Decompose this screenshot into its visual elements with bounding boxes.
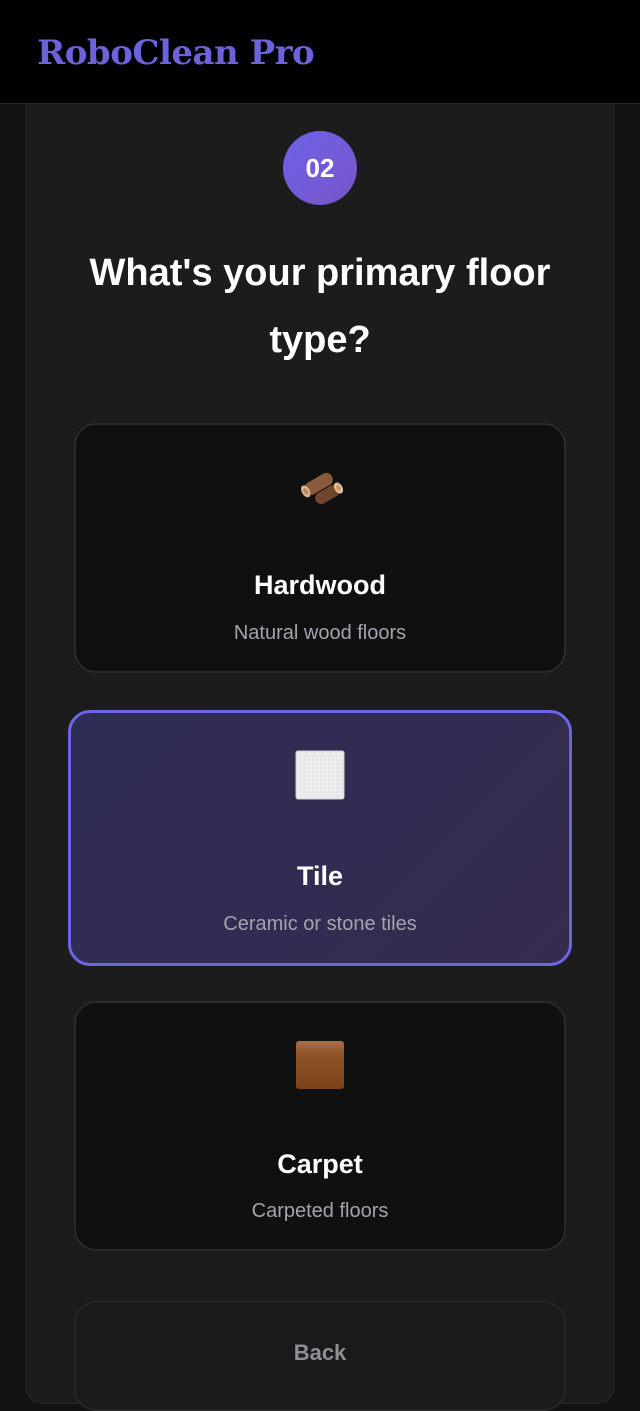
option-description: Carpeted floors <box>251 1200 389 1222</box>
option-title: Hardwood <box>254 570 386 600</box>
option-carpet[interactable]: Carpet Carpeted floors <box>74 1001 566 1251</box>
back-button[interactable]: Back <box>74 1301 566 1411</box>
brand-logo-text[interactable]: RoboClean Pro <box>37 30 315 76</box>
option-title: Carpet <box>277 1149 363 1179</box>
option-description: Ceramic or stone tiles <box>223 913 417 935</box>
option-description: Natural wood floors <box>233 622 407 644</box>
tile-square-icon <box>295 750 345 800</box>
question-title: What's your primary floor type? <box>89 252 551 361</box>
option-tile[interactable]: Tile Ceramic or stone tiles <box>68 710 572 966</box>
carpet-square-icon <box>296 1041 344 1089</box>
wood-log-icon <box>301 472 344 505</box>
option-hardwood[interactable]: Hardwood Natural wood floors <box>74 423 566 673</box>
app-header: RoboClean Pro <box>0 0 640 104</box>
step-number-badge: 02 <box>283 131 357 205</box>
option-title: Tile <box>296 861 344 891</box>
